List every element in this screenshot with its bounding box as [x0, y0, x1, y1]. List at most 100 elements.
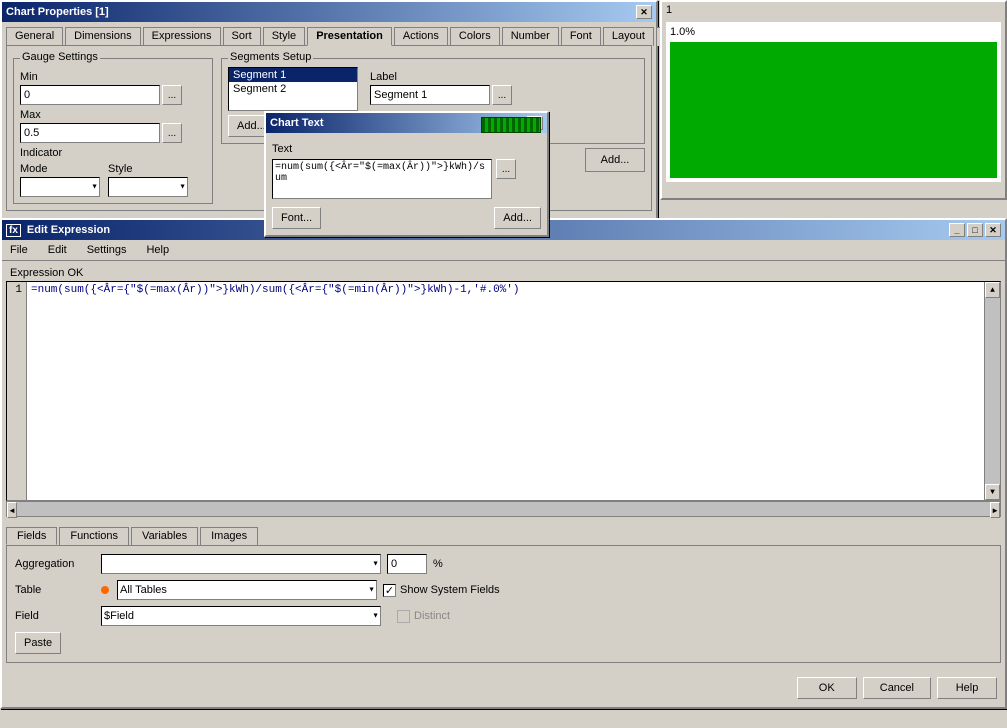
tab-style[interactable]: Style [263, 27, 305, 46]
h-scrollbar[interactable]: ◄ ► [6, 501, 1001, 517]
tab-functions[interactable]: Functions [59, 527, 129, 545]
table-radio[interactable] [101, 586, 109, 594]
min-browse-btn[interactable]: ... [162, 85, 182, 105]
expr-status: Expression OK [6, 265, 1001, 281]
menu-edit[interactable]: Edit [44, 242, 71, 258]
menu-file[interactable]: File [6, 242, 32, 258]
table-select[interactable]: All Tables [117, 580, 377, 600]
min-label: Min [20, 71, 206, 83]
checkbox-check: ✓ [385, 584, 394, 597]
segment-item-2[interactable]: Segment 2 [229, 82, 357, 96]
menu-settings[interactable]: Settings [83, 242, 131, 258]
show-system-fields-row: ✓ Show System Fields [383, 584, 500, 597]
field-select[interactable]: $Field [101, 606, 381, 626]
menu-help[interactable]: Help [142, 242, 173, 258]
tab-dimensions[interactable]: Dimensions [65, 27, 140, 46]
add-btn-2[interactable]: Add... [585, 148, 645, 172]
show-system-fields-checkbox[interactable]: ✓ [383, 584, 396, 597]
cancel-btn[interactable]: Cancel [863, 677, 931, 699]
font-btn[interactable]: Font... [272, 207, 321, 229]
edit-expr-title: Edit Expression [27, 224, 110, 236]
distinct-label: Distinct [414, 610, 450, 622]
show-system-fields-label: Show System Fields [400, 584, 500, 596]
expr-close-btn[interactable]: ✕ [985, 223, 1001, 237]
min-row: ... [20, 85, 206, 105]
expr-menu-bar: File Edit Settings Help [2, 240, 1005, 261]
paste-btn[interactable]: Paste [15, 632, 61, 654]
fields-content: Aggregation % Table All Tables [6, 545, 1001, 663]
scroll-track[interactable] [985, 298, 1000, 484]
expr-scrollbar[interactable]: ▲ ▼ [984, 282, 1000, 500]
segments-listbox[interactable]: Segment 1 Segment 2 [228, 67, 358, 111]
segment-item-1[interactable]: Segment 1 [229, 68, 357, 82]
add-chart-text-btn[interactable]: Add... [494, 207, 541, 229]
seg-label-text: Label [370, 71, 512, 83]
style-select[interactable] [108, 177, 188, 197]
expr-text[interactable]: =num(sum({<Âr={"$(=max(Âr))">}kWh)/sum({… [27, 282, 984, 500]
preview-title: 1 [662, 2, 1005, 18]
close-button[interactable]: ✕ [636, 5, 652, 19]
preview-green-block [670, 42, 997, 178]
edit-expression-window: fx Edit Expression _ □ ✕ File Edit Setti… [0, 218, 1007, 709]
scroll-down-btn[interactable]: ▼ [985, 484, 1000, 500]
seg-label-browse-btn[interactable]: ... [492, 85, 512, 105]
distinct-checkbox [397, 610, 410, 623]
chart-props-titlebar[interactable]: Chart Properties [1] ✕ [2, 2, 656, 22]
bottom-area: Fields Functions Variables Images Aggreg… [6, 523, 1001, 663]
min-input[interactable] [20, 85, 160, 105]
tab-colors[interactable]: Colors [450, 27, 500, 46]
scroll-up-btn[interactable]: ▲ [985, 282, 1000, 298]
help-btn[interactable]: Help [937, 677, 997, 699]
minimize-btn[interactable]: _ [949, 223, 965, 237]
aggregation-label: Aggregation [15, 558, 95, 570]
dialog-footer: OK Cancel Help [797, 677, 997, 699]
max-browse-btn[interactable]: ... [162, 123, 182, 143]
max-label: Max [20, 109, 206, 121]
mode-select-wrapper [20, 177, 100, 197]
max-input[interactable] [20, 123, 160, 143]
expr-editor-area[interactable]: 1 =num(sum({<Âr={"$(=max(Âr))">}kWh)/sum… [6, 281, 1001, 501]
right-buttons: Add... [494, 207, 541, 229]
field-select-wrapper: $Field [101, 606, 381, 626]
chart-text-dialog: Chart Text ✕ Text =num(sum({<Âr="$(=max(… [264, 111, 549, 237]
bottom-tabs-row: Fields Functions Variables Images [6, 527, 1001, 545]
edit-expr-title-buttons: _ □ ✕ [949, 223, 1001, 237]
chart-props-title: Chart Properties [1] [6, 6, 109, 18]
tab-number[interactable]: Number [502, 27, 559, 46]
tab-images[interactable]: Images [200, 527, 258, 545]
tab-actions[interactable]: Actions [394, 27, 448, 46]
aggregation-select-wrapper [101, 554, 381, 574]
text-area[interactable]: =num(sum({<Âr="$(=max(Âr))">}kWh)/sum [272, 159, 492, 199]
scroll-left-btn[interactable]: ◄ [7, 502, 17, 518]
aggregation-row: Aggregation % [15, 554, 992, 574]
mode-label: Mode [20, 163, 100, 175]
tab-presentation[interactable]: Presentation [307, 27, 392, 46]
field-label: Field [15, 610, 95, 622]
aggregation-select[interactable] [101, 554, 381, 574]
ok-btn[interactable]: OK [797, 677, 857, 699]
style-label: Style [108, 163, 188, 175]
mode-select[interactable] [20, 177, 100, 197]
scroll-right-btn[interactable]: ► [990, 502, 1000, 518]
tab-expressions[interactable]: Expressions [143, 27, 221, 46]
tab-layout[interactable]: Layout [603, 27, 654, 46]
tab-font[interactable]: Font [561, 27, 601, 46]
gauge-settings-section: Gauge Settings Min ... Max ... Indicator [13, 52, 213, 204]
paste-row: Paste [15, 632, 992, 654]
restore-btn[interactable]: □ [967, 223, 983, 237]
segment-label-input[interactable] [370, 85, 490, 105]
chart-props-tabs: General Dimensions Expressions Sort Styl… [2, 22, 656, 45]
tab-sort[interactable]: Sort [223, 27, 261, 46]
tab-variables[interactable]: Variables [131, 527, 198, 545]
table-row: Table All Tables ✓ Show System Fields [15, 580, 992, 600]
tab-general[interactable]: General [6, 27, 63, 46]
h-scroll-track[interactable] [17, 502, 990, 516]
distinct-row: Distinct [397, 610, 450, 623]
text-browse-btn[interactable]: ... [496, 159, 516, 179]
percent-input[interactable] [387, 554, 427, 574]
mode-col: Mode [20, 163, 100, 197]
seg-label-row: ... [370, 85, 512, 105]
style-col: Style [108, 163, 188, 197]
tab-fields[interactable]: Fields [6, 527, 57, 545]
chart-text-content: Text =num(sum({<Âr="$(=max(Âr))">}kWh)/s… [266, 133, 547, 235]
